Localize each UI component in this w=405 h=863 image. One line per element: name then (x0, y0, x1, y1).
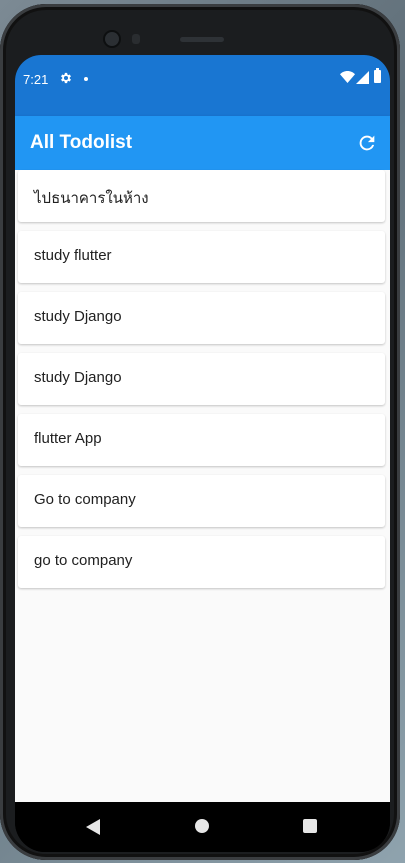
todo-item[interactable]: Go to company (18, 475, 385, 527)
todo-label: ไปธนาคารในห้าง (34, 190, 149, 207)
todo-item[interactable]: ไปธนาคารในห้าง (18, 170, 385, 222)
todo-label: Go to company (34, 491, 136, 508)
navigation-bar (15, 802, 390, 852)
todo-label: study Django (34, 308, 122, 325)
wifi-icon (340, 71, 355, 83)
front-camera (105, 32, 119, 46)
recent-apps-icon[interactable] (303, 819, 317, 833)
page-title: All Todolist (30, 132, 133, 153)
proximity-sensor (132, 34, 140, 44)
todo-item[interactable]: flutter App (18, 414, 385, 466)
status-time: 7:21 (23, 72, 49, 87)
todo-item[interactable]: go to company (18, 536, 385, 588)
home-icon[interactable] (195, 819, 209, 833)
screen: 7:21 All Todolist ไปธนาคารในห้าง study f… (15, 55, 390, 852)
todo-item[interactable]: study Django (18, 353, 385, 405)
todo-label: flutter App (34, 430, 102, 447)
earpiece-speaker (180, 37, 224, 42)
refresh-icon[interactable] (356, 132, 378, 154)
gear-icon (61, 72, 71, 84)
todo-label: study flutter (34, 247, 112, 264)
todo-item[interactable]: study flutter (18, 231, 385, 283)
todo-label: go to company (34, 552, 133, 569)
app-bar: All Todolist (15, 116, 390, 170)
status-bar: 7:21 (15, 55, 390, 116)
battery-icon (374, 68, 381, 83)
notification-dot-icon (84, 77, 88, 81)
todo-item[interactable]: study Django (18, 292, 385, 344)
todo-list: ไปธนาคารในห้าง study flutter study Djang… (15, 170, 390, 852)
signal-icon (356, 71, 369, 84)
phone-frame: 7:21 All Todolist ไปธนาคารในห้าง study f… (0, 4, 400, 860)
back-icon[interactable] (86, 819, 100, 835)
todo-label: study Django (34, 369, 122, 386)
